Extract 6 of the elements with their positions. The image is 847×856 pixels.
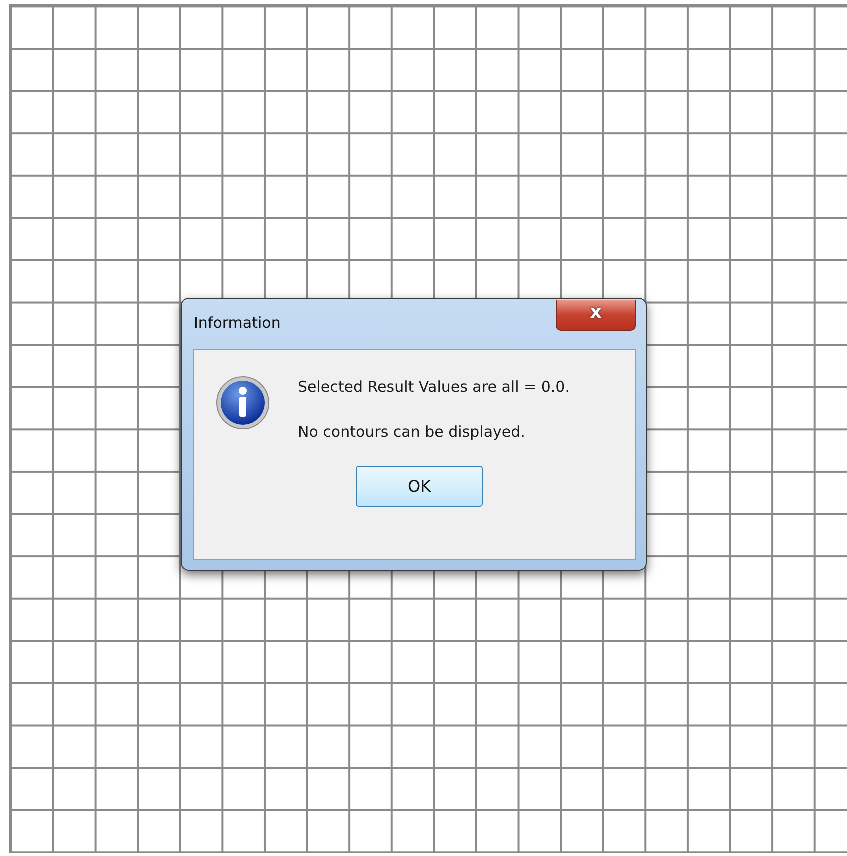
close-button[interactable]: x: [556, 300, 636, 331]
window-title: Information: [194, 314, 281, 332]
message-text: No contours can be displayed.: [298, 423, 526, 441]
info-icon: [216, 376, 270, 430]
ok-button[interactable]: OK: [356, 466, 483, 507]
message-text: Selected Result Values are all = 0.0.: [298, 378, 570, 396]
